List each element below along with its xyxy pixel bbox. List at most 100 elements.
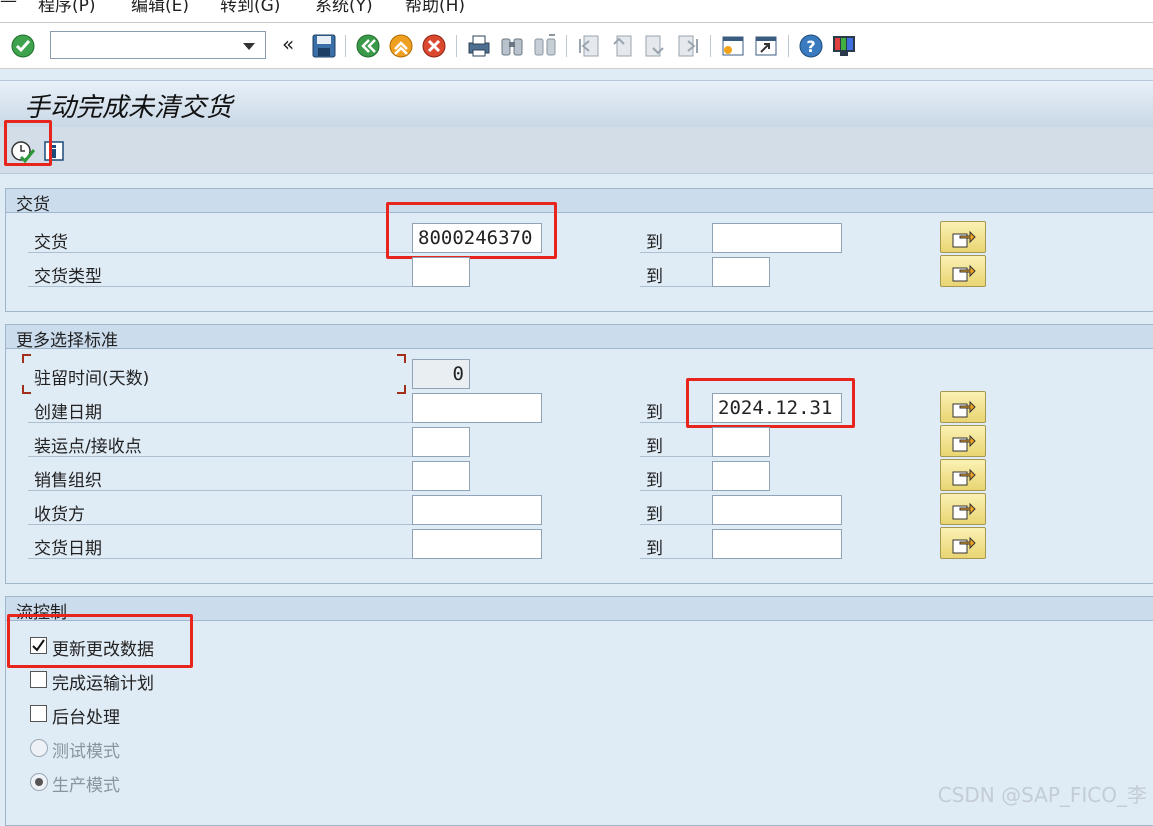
focus-corner [22, 385, 31, 394]
toolbar-separator [788, 35, 789, 57]
delivery-type-to-label: 到 [646, 267, 663, 287]
label-underline [640, 286, 712, 287]
multiple-selection-icon [952, 502, 976, 520]
shipping-point-to-label: 到 [646, 437, 663, 457]
create-session-icon[interactable] [720, 33, 746, 59]
multiple-selection-icon [952, 434, 976, 452]
complete-transport-planning-checkbox[interactable] [30, 671, 47, 688]
delivery-to-label: 到 [646, 233, 663, 253]
help-icon[interactable]: ? [798, 33, 824, 59]
toolbar-separator [456, 35, 457, 57]
label-underline [28, 524, 412, 525]
standard-toolbar: « ? [0, 23, 1153, 69]
save-icon[interactable] [311, 33, 337, 59]
dwell-time-input[interactable]: 0 [412, 359, 470, 389]
previous-page-icon[interactable] [609, 33, 635, 59]
label-underline [640, 524, 712, 525]
shipping-point-label: 装运点/接收点 [34, 437, 142, 457]
toolbar-separator [345, 35, 346, 57]
label-underline [28, 558, 412, 559]
label-underline [28, 422, 412, 423]
test-mode-radio[interactable] [30, 739, 48, 757]
multiple-selection-icon [952, 400, 976, 418]
delivery-type-multiple-selection-button[interactable] [940, 255, 986, 287]
delivery-date-to-input[interactable] [712, 529, 842, 559]
cancel-icon[interactable] [421, 33, 447, 59]
label-underline [28, 490, 412, 491]
production-mode-radio[interactable] [30, 773, 48, 791]
created-date-to-label: 到 [646, 403, 663, 423]
label-underline [28, 286, 412, 287]
delivery-date-label: 交货日期 [34, 539, 102, 559]
delivery-group-header: 交货 [6, 189, 1153, 215]
exit-icon[interactable] [388, 33, 414, 59]
focus-corner [22, 354, 31, 363]
toolbar-separator [710, 35, 711, 57]
last-page-icon[interactable] [675, 33, 701, 59]
delivery-date-multiple-selection-button[interactable] [940, 527, 986, 559]
ship-to-party-multiple-selection-button[interactable] [940, 493, 986, 525]
delivery-group-title: 交货 [16, 195, 50, 215]
menu-item-program[interactable]: 程序(P) [38, 0, 96, 16]
delivery-to-input[interactable] [712, 223, 842, 253]
multiple-selection-icon [952, 264, 976, 282]
next-page-icon[interactable] [642, 33, 668, 59]
delivery-type-to-input[interactable] [712, 257, 770, 287]
application-toolbar [0, 127, 1153, 174]
background-processing-checkbox[interactable] [30, 705, 47, 722]
delivery-label: 交货 [34, 233, 68, 253]
sales-org-label: 销售组织 [34, 471, 102, 491]
double-chevron-left-icon[interactable]: « [282, 32, 294, 56]
menu-item-goto[interactable]: 转到(G) [220, 0, 280, 16]
created-date-from-input[interactable] [412, 393, 542, 423]
first-page-icon[interactable] [576, 33, 602, 59]
delivery-type-from-input[interactable] [412, 257, 470, 287]
delivery-date-to-label: 到 [646, 539, 663, 559]
toolbar-separator [566, 35, 567, 57]
background-processing-label: 后台处理 [52, 708, 120, 728]
ship-to-party-from-input[interactable] [412, 495, 542, 525]
menu-item-help[interactable]: 帮助(H) [405, 0, 465, 16]
sales-org-to-label: 到 [646, 471, 663, 491]
label-underline [640, 490, 712, 491]
created-date-multiple-selection-button[interactable] [940, 391, 986, 423]
highlight-box [386, 202, 557, 259]
multiple-selection-icon [952, 468, 976, 486]
label-underline [640, 456, 712, 457]
find-icon[interactable] [499, 33, 525, 59]
delivery-type-label: 交货类型 [34, 267, 102, 287]
menu-item-edit[interactable]: 编辑(E) [131, 0, 189, 16]
shipping-point-from-input[interactable] [412, 427, 470, 457]
shortcut-icon[interactable] [753, 33, 779, 59]
shipping-point-multiple-selection-button[interactable] [940, 425, 986, 457]
back-icon[interactable] [355, 33, 381, 59]
created-date-label: 创建日期 [34, 403, 102, 423]
enter-icon[interactable] [10, 33, 36, 59]
menu-bar: — 程序(P) 编辑(E) 转到(G) 系统(Y) 帮助(H) [0, 0, 1153, 23]
more-criteria-group-title: 更多选择标准 [16, 331, 118, 351]
customize-layout-icon[interactable] [831, 33, 857, 59]
delivery-multiple-selection-button[interactable] [940, 221, 986, 253]
highlight-box [7, 614, 193, 668]
label-underline [640, 252, 712, 253]
delivery-date-from-input[interactable] [412, 529, 542, 559]
sales-org-multiple-selection-button[interactable] [940, 459, 986, 491]
shipping-point-to-input[interactable] [712, 427, 770, 457]
ship-to-party-to-input[interactable] [712, 495, 842, 525]
test-mode-label: 测试模式 [52, 742, 120, 762]
chevron-down-icon[interactable] [243, 43, 255, 50]
print-icon[interactable] [466, 33, 492, 59]
complete-transport-planning-label: 完成运输计划 [52, 674, 154, 694]
sales-org-from-input[interactable] [412, 461, 470, 491]
command-field[interactable] [50, 31, 266, 59]
menu-item-system-icon[interactable]: — [0, 0, 17, 11]
svg-text:?: ? [806, 37, 815, 56]
watermark: CSDN @SAP_FICO_李 [937, 783, 1147, 807]
menu-item-system[interactable]: 系统(Y) [315, 0, 373, 16]
multiple-selection-icon [952, 230, 976, 248]
multiple-selection-icon [952, 536, 976, 554]
label-underline [28, 456, 412, 457]
find-next-icon[interactable] [532, 33, 558, 59]
sales-org-to-input[interactable] [712, 461, 770, 491]
label-underline [640, 558, 712, 559]
